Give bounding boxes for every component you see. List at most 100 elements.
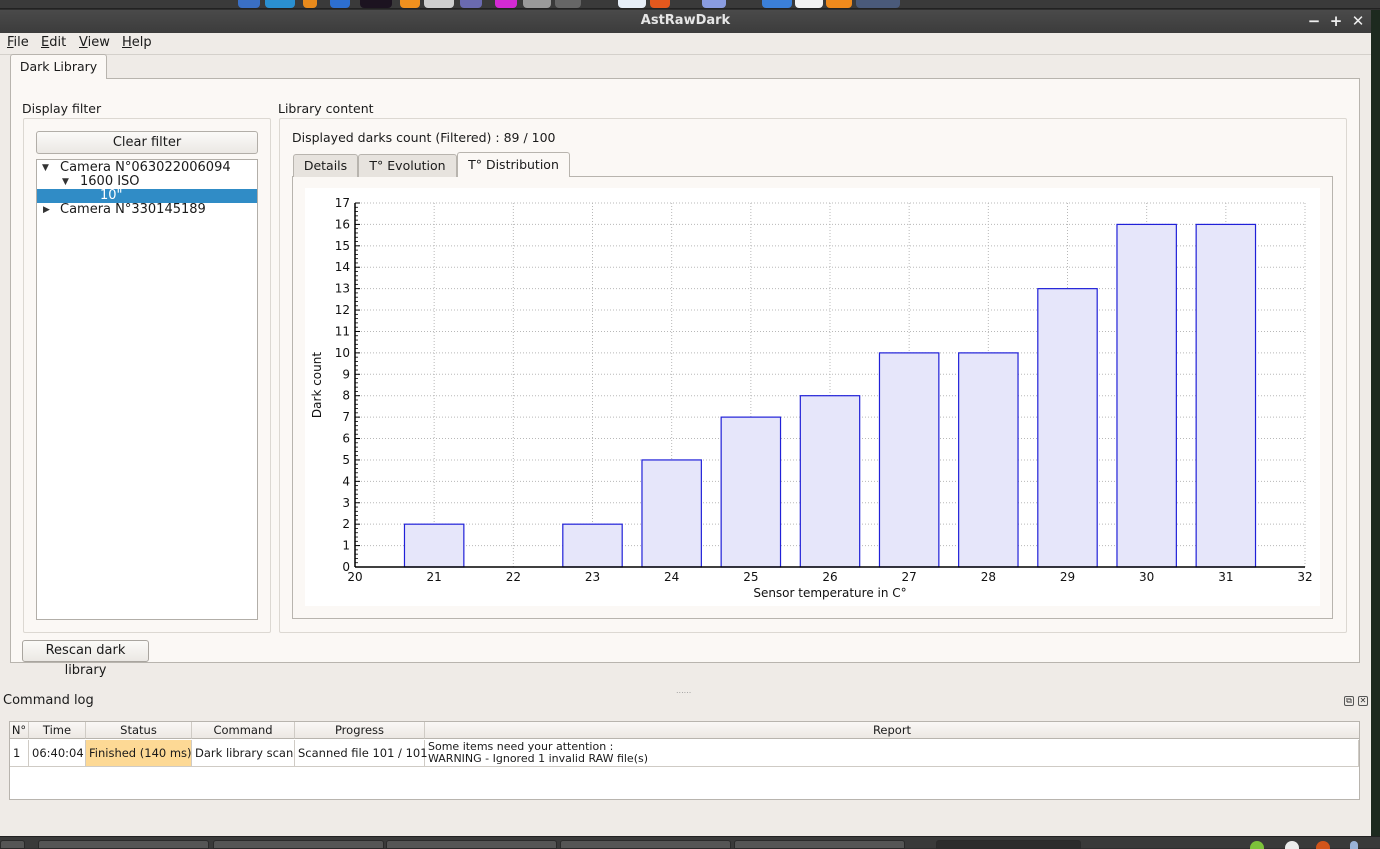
dock-app-icon[interactable] <box>238 0 260 8</box>
y-tick-label: 1 <box>342 539 350 553</box>
cell-command: Dark library scan <box>192 740 295 767</box>
clear-filter-button[interactable]: Clear filter <box>36 131 258 154</box>
y-tick-label: 3 <box>342 496 350 510</box>
x-tick-label: 31 <box>1218 570 1233 584</box>
y-tick-label: 12 <box>335 303 350 317</box>
dock-app-icon[interactable] <box>265 0 295 8</box>
column-header-progress[interactable]: Progress <box>295 722 425 739</box>
cell-status: Finished (140 ms) <box>86 740 192 767</box>
dock-float-icon[interactable]: ⧉ <box>1344 696 1354 706</box>
tab-dark-library[interactable]: Dark Library <box>10 54 107 79</box>
menu-bar: File Edit View Help <box>0 33 1371 55</box>
display-filter-title: Display filter <box>22 101 102 116</box>
bar-21 <box>403 523 465 568</box>
y-tick-label: 9 <box>342 367 350 381</box>
dock-app-icon[interactable] <box>495 0 517 8</box>
tab-details[interactable]: Details <box>293 154 358 177</box>
bar-25 <box>720 416 782 568</box>
x-tick-label: 20 <box>347 570 362 584</box>
dock-app-icon[interactable] <box>460 0 482 8</box>
temperature-distribution-chart: 0123456789101112131415161720 21 22 23 24 25 26… <box>310 196 1313 600</box>
dock-app-icon[interactable] <box>400 0 420 8</box>
cell-report: Some items need your attention : WARNING… <box>425 740 1359 767</box>
cell-progress: Scanned file 101 / 101 <box>295 740 428 767</box>
dock-app-icon[interactable] <box>303 0 317 8</box>
column-header-status[interactable]: Status <box>86 722 192 739</box>
dock-app-icon[interactable] <box>523 0 551 8</box>
column-header-number[interactable]: N° <box>10 722 29 739</box>
bar-29 <box>1037 288 1098 568</box>
x-tick-label: 32 <box>1297 570 1312 584</box>
splitter-handle[interactable]: ...... <box>676 686 691 695</box>
dock-app-icon[interactable] <box>856 0 900 8</box>
dock-app-icon[interactable] <box>702 0 726 8</box>
dock-app-icon[interactable] <box>795 0 823 8</box>
y-tick-label: 10 <box>335 346 350 360</box>
x-tick-label: 21 <box>427 570 442 584</box>
tree-item-exposure[interactable]: 10" <box>37 189 257 203</box>
menu-file[interactable]: File <box>7 35 29 50</box>
dock-app-icon[interactable] <box>330 0 350 8</box>
column-header-report[interactable]: Report <box>425 722 1359 739</box>
tab-t-distribution[interactable]: T° Distribution <box>457 152 570 177</box>
filter-tree[interactable]: ▼ Camera N°063022006094 ▼ 1600 ISO 10" ▶… <box>36 159 258 620</box>
bar-30 <box>1116 223 1177 568</box>
y-tick-label: 7 <box>342 410 350 424</box>
menu-view-label: iew <box>87 35 110 50</box>
column-header-time[interactable]: Time <box>29 722 86 739</box>
menu-edit[interactable]: Edit <box>41 35 66 50</box>
expanded-arrow-icon[interactable]: ▼ <box>42 161 49 175</box>
collapsed-arrow-icon[interactable]: ▶ <box>43 203 50 217</box>
menu-view-mnemonic: V <box>79 35 88 50</box>
menu-help-label: elp <box>131 35 152 50</box>
maximize-button[interactable]: + <box>1327 12 1345 30</box>
dock-app-icon[interactable] <box>424 0 454 8</box>
darks-count-label: Displayed darks count (Filtered) : 89 / … <box>292 130 556 145</box>
dock-app-icon[interactable] <box>650 0 670 8</box>
command-log-table: N° Time Status Command Progress Report 1… <box>9 721 1360 800</box>
dock-app-icon[interactable] <box>555 0 581 8</box>
bar-23 <box>562 523 623 568</box>
x-tick-label: 27 <box>902 570 917 584</box>
y-tick-label: 14 <box>335 260 350 274</box>
menu-help-mnemonic: H <box>122 35 132 50</box>
report-line: WARNING - Ignored 1 invalid RAW file(s) <box>428 752 649 765</box>
title-bar[interactable]: AstRawDark − + ✕ <box>0 10 1371 33</box>
dock-app-icon[interactable] <box>762 0 792 8</box>
desktop-taskbar <box>0 836 1380 849</box>
y-tick-label: 17 <box>335 196 350 210</box>
tree-item-label: 1600 ISO <box>80 174 140 189</box>
y-tick-label: 8 <box>342 389 350 403</box>
expanded-arrow-icon[interactable]: ▼ <box>62 175 69 189</box>
tree-item-iso[interactable]: ▼ 1600 ISO <box>37 175 257 189</box>
library-content-title: Library content <box>278 101 374 116</box>
bar-31 <box>1195 223 1257 568</box>
x-tick-label: 24 <box>664 570 679 584</box>
column-header-command[interactable]: Command <box>192 722 295 739</box>
cell-time: 06:40:04 <box>29 740 86 767</box>
y-tick-label: 6 <box>342 432 350 446</box>
y-tick-label: 11 <box>335 324 350 338</box>
bar-26 <box>799 395 861 568</box>
menu-help[interactable]: Help <box>122 35 152 50</box>
menu-edit-label: dit <box>49 35 67 50</box>
rescan-dark-library-button[interactable]: Rescan dark library <box>22 640 149 678</box>
dock-app-icon[interactable] <box>360 0 392 8</box>
dock-app-icon[interactable] <box>826 0 852 8</box>
tree-item-camera-1[interactable]: ▼ Camera N°063022006094 <box>37 161 257 175</box>
menu-view[interactable]: View <box>79 35 110 50</box>
x-tick-label: 25 <box>743 570 758 584</box>
dock-app-icon[interactable] <box>618 0 646 8</box>
dock-close-icon[interactable]: ✕ <box>1358 696 1368 706</box>
x-tick-label: 22 <box>506 570 521 584</box>
tree-item-camera-2[interactable]: ▶ Camera N°330145189 <box>37 203 257 217</box>
tab-t-evolution[interactable]: T° Evolution <box>358 154 457 177</box>
desktop-background-strip <box>1371 10 1380 836</box>
command-log-title: Command log <box>3 693 94 708</box>
minimize-button[interactable]: − <box>1305 12 1323 30</box>
bar-27 <box>878 352 940 568</box>
x-tick-label: 23 <box>585 570 600 584</box>
tree-item-label: Camera N°063022006094 <box>60 160 231 175</box>
y-tick-label: 4 <box>342 474 350 488</box>
close-button[interactable]: ✕ <box>1349 12 1367 30</box>
